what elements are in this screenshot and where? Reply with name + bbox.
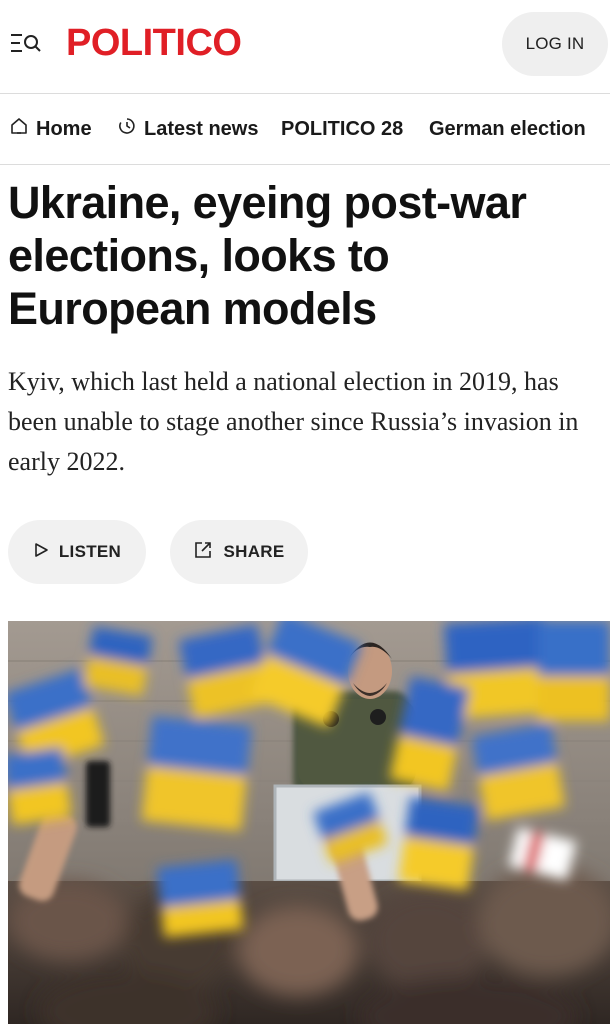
share-label: SHARE xyxy=(223,542,285,561)
nav-item-label: POLITICO 28 xyxy=(281,117,404,140)
nav-item-latest-news[interactable]: Latest news xyxy=(118,94,258,164)
listen-button[interactable]: LISTEN xyxy=(8,520,146,584)
login-button[interactable]: LOG IN xyxy=(502,12,608,76)
divider xyxy=(0,164,610,165)
top-bar: POLITICO LOG IN xyxy=(0,0,610,92)
nav-item-label: German election xyxy=(429,117,586,140)
politico-logo[interactable]: POLITICO xyxy=(66,22,242,64)
hero-photo xyxy=(8,621,610,1024)
clock-icon xyxy=(118,117,144,141)
nav-item-label: Latest news xyxy=(144,117,259,140)
nav-item-german-election[interactable]: German election xyxy=(429,94,586,164)
share-icon xyxy=(193,540,223,565)
play-icon xyxy=(33,542,59,563)
section-nav: Home Latest news POLITICO 28 German elec… xyxy=(0,94,610,164)
menu-search-icon[interactable] xyxy=(10,32,42,54)
nav-item-label: Home xyxy=(36,117,92,140)
nav-item-politico-28[interactable]: POLITICO 28 xyxy=(281,94,403,164)
article-headline: Ukraine, eyeing post-war elections, look… xyxy=(8,177,527,334)
article-dek: Kyiv, which last held a national electio… xyxy=(8,367,579,476)
home-icon xyxy=(10,117,36,141)
share-button[interactable]: SHARE xyxy=(170,520,308,584)
listen-label: LISTEN xyxy=(58,542,122,561)
nav-item-home[interactable]: Home xyxy=(10,94,92,164)
